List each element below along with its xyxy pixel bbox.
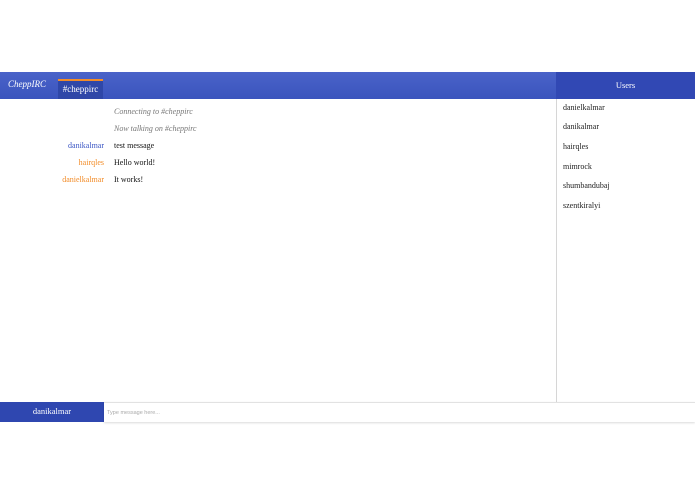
irc-client: CheppIRC #cheppirc Users Connecting to #… (0, 72, 695, 422)
message-row: Connecting to #cheppirc (0, 105, 556, 119)
message-text: Now talking on #cheppirc (114, 124, 197, 133)
input-bar: danikalmar (0, 402, 695, 422)
current-nick-button[interactable]: danikalmar (0, 402, 104, 422)
user-item[interactable]: shumbandubaj (563, 181, 610, 190)
user-item[interactable]: danielkalmar (563, 103, 605, 112)
message-input[interactable] (104, 402, 695, 422)
users-list: danielkalmar danikalmar hairqles mimrock… (556, 99, 695, 402)
message-nick[interactable]: danikalmar (68, 139, 104, 153)
message-text: Connecting to #cheppirc (114, 107, 193, 116)
user-item[interactable]: hairqles (563, 142, 588, 151)
message-log: Connecting to #cheppirc Now talking on #… (0, 99, 556, 402)
top-bar: CheppIRC #cheppirc (0, 72, 556, 99)
user-item[interactable]: mimrock (563, 162, 592, 171)
message-nick[interactable]: danielkalmar (62, 173, 104, 187)
message-nick[interactable]: hairqles (79, 156, 104, 170)
message-row: Now talking on #cheppirc (0, 122, 556, 136)
message-text: test message (114, 141, 155, 150)
users-panel-title: Users (556, 72, 695, 99)
message-text: Hello world! (114, 158, 156, 167)
message-text: It works! (114, 175, 144, 184)
message-row: danielkalmar It works! (0, 173, 556, 187)
message-row: hairqles Hello world! (0, 156, 556, 170)
message-row: danikalmar test message (0, 139, 556, 153)
user-item[interactable]: szentkiralyi (563, 201, 600, 210)
user-item[interactable]: danikalmar (563, 122, 599, 131)
tab-cheppirc[interactable]: #cheppirc (58, 79, 103, 99)
app-brand: CheppIRC (8, 79, 46, 89)
